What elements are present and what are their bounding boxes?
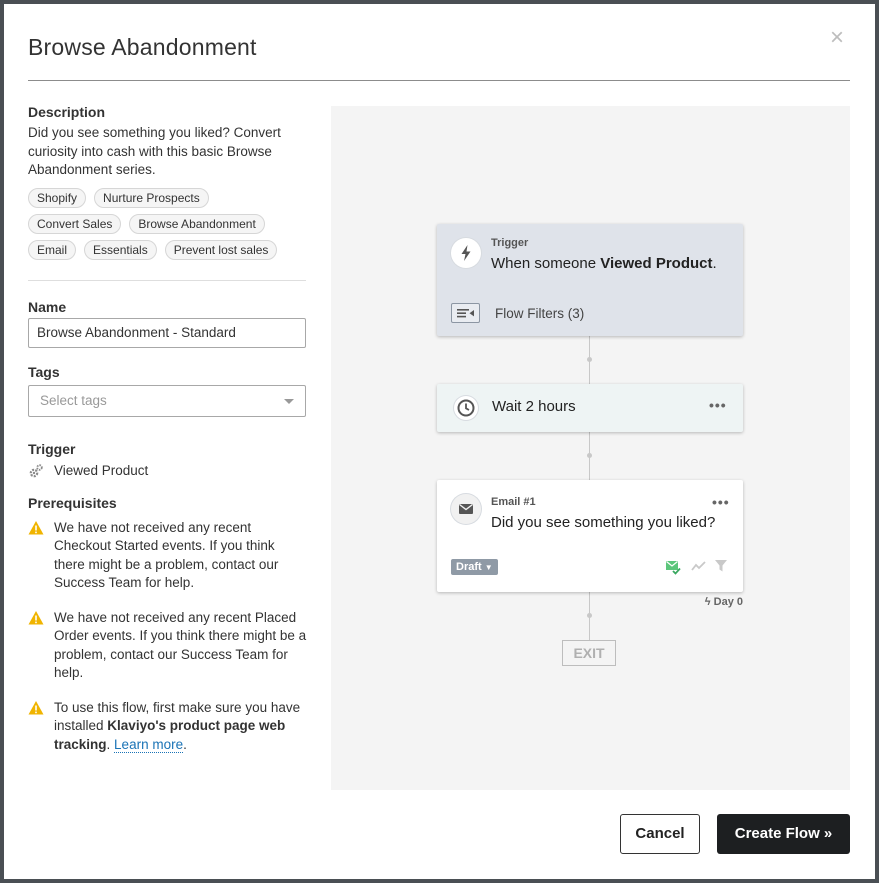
caret-down-icon: ▼ [484,563,493,572]
prerequisite-text: To use this flow, first make sure you ha… [54,699,308,755]
envelope-icon [459,503,473,514]
wait-text: Wait 2 hours [492,398,576,415]
tag-chip: Email [28,239,77,260]
email-card-label: Email #1 [491,496,536,508]
day-label: ϟ Day 0 [705,596,743,608]
lightning-small-icon: ϟ [704,596,711,608]
prerequisite-item: We have not received any recent Placed O… [28,609,308,683]
trigger-value: Viewed Product [54,463,149,478]
exit-node: EXIT [562,640,616,666]
prerequisite-item: To use this flow, first make sure you ha… [28,699,308,755]
tag-chip: Nurture Prospects [94,187,209,208]
trigger-row: Viewed Product [28,463,308,479]
tag-chip: Essentials [84,239,157,260]
day-text: Day 0 [713,596,743,608]
wait-card[interactable]: Wait 2 hours ••• [437,384,743,432]
trigger-card-text: When someone Viewed Product. [491,255,717,272]
flow-filters-label[interactable]: Flow Filters (3) [495,306,584,321]
email-card[interactable]: Email #1 Did you see something you liked… [437,480,743,592]
filter-lines-icon [457,309,474,318]
tag-chip: Prevent lost sales [164,239,278,260]
trigger-text-prefix: When someone [491,255,601,272]
left-panel: Description Did you see something you li… [28,104,308,754]
trigger-text-bold: Viewed Product [600,255,713,272]
modal: Browse Abandonment × Description Did you… [4,4,875,879]
tag-chip: Shopify [28,187,87,208]
caret-down-icon [284,398,294,404]
prereq-period: . [106,736,115,752]
modal-title: Browse Abandonment [28,34,257,60]
title-divider [28,80,850,81]
warning-icon [28,610,44,624]
trigger-card-label: Trigger [491,237,529,249]
trigger-card[interactable]: Trigger When someone Viewed Product. Flo… [437,224,743,336]
connector-dot [587,357,592,362]
connector-dot [587,453,592,458]
prereq-end: . [183,736,187,752]
connector-dot [587,613,592,618]
learn-more-link[interactable]: Learn more [114,736,184,753]
tags-label: Tags [28,363,60,380]
flow-filters-icon[interactable] [451,303,480,323]
gears-icon [29,463,43,477]
warning-icon [28,520,44,534]
tags-placeholder: Select tags [40,392,107,408]
prerequisite-text: We have not received any recent Checkout… [54,519,279,591]
tag-chip: Browse Abandonment [129,213,265,234]
trigger-label: Trigger [28,440,76,457]
prerequisite-text: We have not received any recent Placed O… [54,609,307,681]
clock-icon-circle [454,396,478,420]
tags-select[interactable]: Select tags [28,384,306,417]
name-input[interactable] [28,317,306,348]
email-menu-icon[interactable]: ••• [712,494,730,510]
filter-icon[interactable] [714,559,728,573]
create-flow-button[interactable]: Create Flow » [717,814,850,854]
tag-list: Shopify Nurture Prospects Convert Sales … [28,187,308,260]
email-subject: Did you see something you liked? [491,514,716,531]
section-divider [28,279,306,281]
clock-icon [457,399,475,417]
flow-canvas: Trigger When someone Viewed Product. Flo… [331,106,850,790]
warning-icon [28,700,44,714]
tag-chip: Convert Sales [28,213,122,234]
trigger-icon-circle [451,238,481,268]
lightning-icon [461,245,471,261]
close-icon[interactable]: × [830,26,844,50]
description-label: Description [28,104,106,120]
name-label: Name [28,298,67,315]
email-icon-circle [451,494,481,524]
prerequisites-label: Prerequisites [28,494,117,511]
trend-icon[interactable] [691,560,707,574]
cancel-button[interactable]: Cancel [620,814,700,854]
prerequisite-item: We have not received any recent Checkout… [28,519,308,593]
email-check-icon[interactable] [665,559,681,575]
draft-label: Draft [456,561,482,573]
wait-menu-icon[interactable]: ••• [709,397,727,413]
trigger-text-suffix: . [712,255,717,272]
draft-status-badge[interactable]: Draft ▼ [451,559,498,575]
description-text: Did you see something you liked? Convert… [28,125,281,177]
